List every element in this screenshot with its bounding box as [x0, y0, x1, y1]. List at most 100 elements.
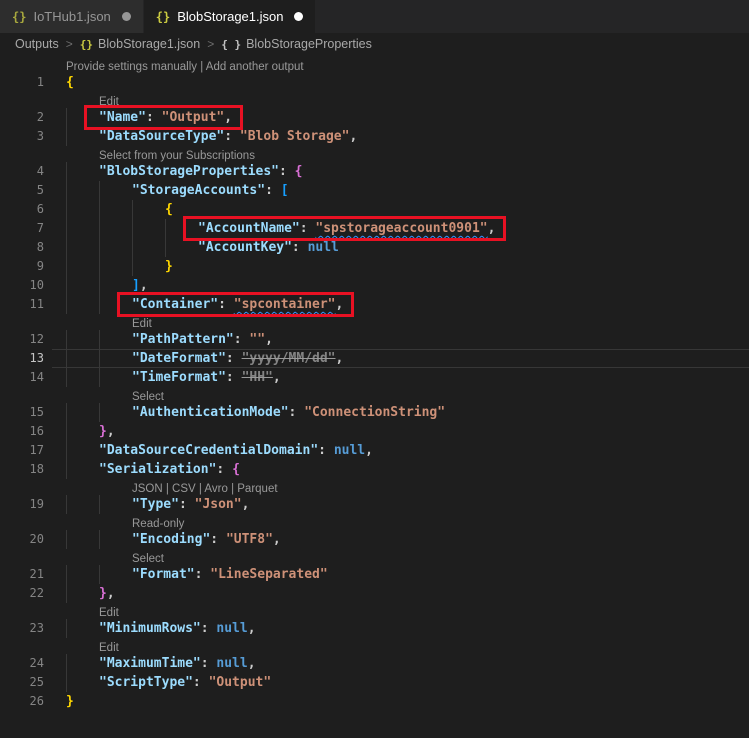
codelens-row: Provide settings manually | Add another … — [0, 57, 749, 73]
code-line-content[interactable]: } — [52, 692, 749, 711]
codelens-link[interactable]: Select from your Subscriptions — [99, 150, 255, 162]
token: "spstorageaccount0901" — [315, 221, 488, 236]
token: : — [291, 240, 308, 255]
code-line-16: 16}, — [0, 422, 749, 441]
token: : — [265, 183, 281, 198]
code-line-content[interactable]: "BlobStorageProperties": { — [52, 162, 749, 181]
token: null — [333, 443, 366, 458]
code-line-content[interactable]: }, — [52, 584, 749, 603]
code-line-content[interactable]: "DateFormat": "yyyy/MM/dd", — [52, 349, 749, 368]
code-line-content[interactable]: "MaximumTime": null, — [52, 654, 749, 673]
code-line-content[interactable]: "ScriptType": "Output" — [52, 673, 749, 692]
code-line-13: 13 "DateFormat": "yyyy/MM/dd", — [0, 349, 749, 368]
code-line-content[interactable]: "MinimumRows": null, — [52, 619, 749, 638]
line-number: 7 — [36, 221, 44, 235]
token: , — [247, 621, 256, 636]
indent-guide — [66, 219, 99, 238]
token: : — [233, 332, 250, 347]
token: "Container" — [132, 297, 219, 312]
code-line-content[interactable]: "DataSourceCredentialDomain": null, — [52, 441, 749, 460]
token: { — [294, 164, 303, 179]
indent-guide — [66, 530, 99, 549]
token: { — [66, 75, 74, 90]
tab-iothub1-json[interactable]: {} IoTHub1.json — [0, 0, 144, 33]
code-line-content[interactable]: "AccountKey": null — [52, 238, 749, 257]
codelens-content: Edit — [52, 603, 749, 619]
token: "Output" — [161, 110, 225, 125]
tab-bar: {} IoTHub1.json {} BlobStorage1.json — [0, 0, 749, 33]
modified-dot-icon[interactable] — [294, 12, 304, 21]
code-line-content[interactable]: "Format": "LineSeparated" — [52, 565, 749, 584]
code-line-content[interactable]: "AccountName": "spstorageaccount0901", — [52, 216, 749, 241]
code-line-content[interactable]: "TimeFormat": "HH", — [52, 368, 749, 387]
code-line-content[interactable]: "StorageAccounts": [ — [52, 181, 749, 200]
tab-blobstorage1-json[interactable]: {} BlobStorage1.json — [143, 0, 316, 33]
json-file-icon: {} — [12, 9, 27, 24]
code-line-content[interactable]: } — [52, 257, 749, 276]
red-highlight-box: "AccountName": "spstorageaccount0901", — [182, 216, 507, 241]
code-line-content[interactable]: "AuthenticationMode": "ConnectionString" — [52, 403, 749, 422]
codelens-row: Select from your Subscriptions — [0, 146, 749, 162]
code-line-content[interactable]: "PathPattern": "", — [52, 330, 749, 349]
codelens-row: Edit — [0, 92, 749, 108]
json-file-icon: {} — [155, 9, 171, 24]
code-line-content[interactable]: "Container": "spcontainer", — [52, 292, 749, 317]
token: : — [216, 462, 233, 477]
codelens-link[interactable]: Edit — [99, 607, 119, 619]
line-number: 9 — [36, 259, 44, 273]
token: , — [487, 221, 496, 236]
code-line-content[interactable]: { — [52, 200, 749, 219]
code-line-content[interactable]: "DataSourceType": "Blob Storage", — [52, 127, 749, 146]
codelens-link[interactable]: Select — [132, 553, 164, 565]
line-number: 17 — [29, 443, 44, 457]
code-line-content[interactable]: "Encoding": "UTF8", — [52, 530, 749, 549]
indent-guide — [66, 368, 99, 387]
line-number: 23 — [29, 621, 44, 635]
codelens-link[interactable]: Provide settings manually | Add another … — [66, 61, 304, 73]
code-line-21: 21 "Format": "LineSeparated" — [0, 565, 749, 584]
code-line-24: 24 "MaximumTime": null, — [0, 654, 749, 673]
token: ] — [132, 278, 140, 293]
line-number: 19 — [29, 497, 44, 511]
modified-dot-icon[interactable] — [121, 12, 131, 21]
token: : — [200, 621, 217, 636]
token: , — [335, 297, 344, 312]
code-line-content[interactable]: ], — [52, 276, 749, 295]
object-symbol-icon: { } — [221, 37, 242, 51]
codelens-link[interactable]: Edit — [132, 318, 152, 330]
codelens-link[interactable]: Read-only — [132, 518, 184, 530]
editor-window: {} IoTHub1.json {} BlobStorage1.json Out… — [0, 0, 749, 711]
breadcrumb-item-file[interactable]: {} BlobStorage1.json — [80, 37, 200, 51]
gutter-spacer — [0, 638, 52, 654]
code-line-content[interactable]: "Serialization": { — [52, 460, 749, 479]
code-line-15: 15 "AuthenticationMode": "ConnectionStrin… — [0, 403, 749, 422]
token: : — [218, 297, 234, 312]
indent-guide — [66, 238, 99, 257]
code-line-content[interactable]: "Name": "Output", — [52, 105, 749, 130]
editor-lines[interactable]: Provide settings manually | Add another … — [0, 55, 749, 711]
indent-guide — [66, 295, 99, 314]
codelens-link[interactable]: Select — [132, 391, 164, 403]
indent-guide — [66, 403, 99, 422]
codelens-link[interactable]: JSON | CSV | Avro | Parquet — [132, 483, 278, 495]
code-line-content[interactable]: { — [52, 73, 749, 92]
codelens-link[interactable]: Edit — [99, 642, 119, 654]
breadcrumb-item-symbol[interactable]: { } BlobStorageProperties — [221, 37, 372, 51]
token: { — [232, 462, 240, 477]
codelens-content: Edit — [52, 314, 749, 330]
indent-guide — [66, 127, 99, 146]
code-line-content[interactable]: }, — [52, 422, 749, 441]
token: , — [349, 129, 358, 144]
code-line-content[interactable]: "Type": "Json", — [52, 495, 749, 514]
token: "DateFormat" — [132, 351, 226, 366]
indent-guide — [165, 238, 198, 257]
breadcrumb-item-outputs[interactable]: Outputs — [15, 37, 59, 51]
line-number: 25 — [29, 675, 44, 689]
codelens-content: Select — [52, 387, 749, 403]
line-number: 2 — [36, 110, 44, 124]
indent-guide — [99, 349, 132, 368]
code-line-5: 5 "StorageAccounts": [ — [0, 181, 749, 200]
codelens-link[interactable]: Edit — [99, 96, 119, 108]
gutter-spacer — [0, 314, 52, 330]
indent-guide — [66, 654, 99, 673]
